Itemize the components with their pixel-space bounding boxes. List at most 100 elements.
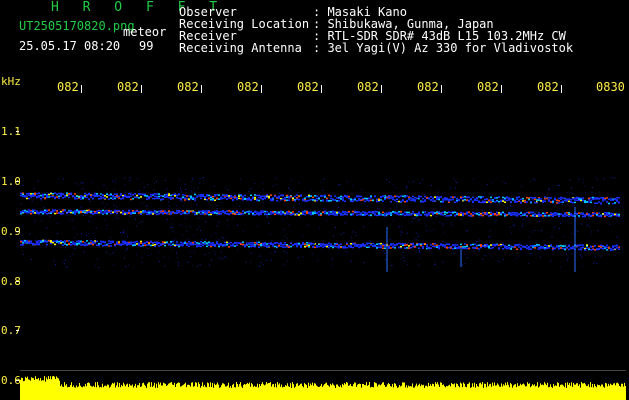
spectrum-pixel — [516, 244, 518, 246]
noise-bar — [521, 385, 522, 400]
noise-bar — [483, 387, 484, 400]
spectrum-pixel — [438, 246, 440, 248]
noise-pixel — [83, 251, 85, 253]
noise-bar — [98, 385, 99, 400]
noise-pixel — [270, 259, 272, 261]
noise-bar — [248, 383, 249, 400]
noise-bar — [196, 382, 197, 400]
spectrum-pixel — [28, 212, 30, 214]
spectrum-pixel — [186, 212, 188, 215]
spectrum-pixel — [122, 243, 124, 246]
noise-pixel — [490, 230, 491, 232]
spectrum-pixel — [592, 198, 594, 201]
noise-pixel — [444, 215, 446, 217]
spectrum-pixel — [424, 243, 426, 245]
spectrum-pixel — [432, 198, 434, 200]
spectrum-pixel — [506, 196, 508, 198]
noise-pixel — [584, 186, 586, 188]
spectrum-pixel — [32, 210, 34, 213]
spectrum-pixel — [392, 211, 394, 213]
spectrum-pixel — [34, 193, 36, 195]
noise-bar — [247, 382, 248, 400]
noise-bar — [342, 383, 343, 400]
spectrum-pixel — [344, 246, 346, 248]
noise-pixel — [520, 185, 522, 187]
spectrum-pixel — [148, 244, 150, 246]
noise-pixel — [184, 217, 186, 219]
noise-pixel — [195, 200, 197, 202]
spectrum-pixel — [234, 194, 236, 197]
spectrum-pixel — [70, 192, 72, 195]
spectrum-pixel — [190, 210, 192, 213]
noise-bar — [30, 380, 31, 400]
spectrum-pixel — [600, 244, 602, 246]
spectrum-pixel — [606, 249, 608, 251]
spectrum-pixel — [390, 197, 392, 199]
spectrum-pixel — [274, 211, 276, 213]
noise-pixel — [257, 226, 259, 227]
noise-bar — [454, 383, 455, 400]
noise-pixel — [274, 251, 276, 253]
noise-bar — [124, 384, 125, 400]
spectrum-pixel — [102, 209, 104, 212]
noise-bar — [76, 385, 77, 400]
spectrum-pixel — [490, 199, 492, 201]
noise-bar — [337, 384, 338, 400]
spectrum-pixel — [356, 245, 358, 248]
spectrum-pixel — [28, 194, 30, 197]
spectrum-pixel — [302, 242, 304, 245]
noise-bar — [405, 387, 406, 400]
spectrum-pixel — [542, 212, 544, 214]
noise-bar — [559, 386, 560, 400]
noise-bar — [311, 385, 312, 400]
spectrum-pixel — [358, 213, 360, 216]
spectrum-pixel — [612, 249, 614, 251]
spectrum-pixel — [452, 248, 454, 250]
noise-pixel — [617, 246, 619, 248]
spectrum-pixel — [468, 214, 470, 217]
noise-pixel — [579, 243, 581, 245]
noise-pixel — [378, 208, 380, 210]
noise-pixel — [535, 211, 537, 213]
spectrum-pixel — [578, 215, 580, 217]
spectrum-pixel — [288, 246, 290, 248]
spectrum-pixel — [474, 243, 476, 245]
spectrum-pixel — [90, 196, 92, 198]
spectrum-pixel — [326, 200, 328, 202]
spectrum-pixel — [446, 247, 448, 249]
spectrum-pixel — [582, 244, 584, 246]
noise-bar — [613, 383, 614, 400]
noise-pixel — [482, 258, 484, 260]
noise-pixel — [100, 194, 102, 195]
noise-pixel — [461, 264, 463, 266]
spectrum-pixel — [548, 215, 550, 217]
noise-pixel — [261, 202, 263, 203]
noise-bar — [621, 383, 622, 400]
spectrum-pixel — [68, 211, 70, 213]
noise-bar — [140, 386, 141, 400]
noise-pixel — [34, 219, 36, 221]
noise-bar — [59, 380, 60, 400]
spectrum-pixel — [104, 244, 106, 246]
noise-bar — [548, 387, 549, 400]
noise-pixel — [283, 235, 285, 237]
spectrum-pixel — [254, 245, 256, 248]
noise-pixel — [193, 187, 195, 189]
noise-pixel — [514, 225, 516, 227]
noise-pixel — [403, 260, 405, 262]
spectrum-pixel — [260, 243, 262, 246]
noise-pixel — [187, 196, 189, 198]
noise-bar — [298, 385, 299, 400]
noise-pixel — [533, 200, 535, 202]
noise-bar — [216, 384, 217, 400]
noise-pixel — [481, 209, 483, 211]
spectrum-pixel — [34, 243, 36, 245]
noise-pixel — [189, 226, 191, 228]
spectrum-pixel — [320, 212, 322, 215]
spectrum-pixel — [26, 195, 28, 197]
noise-pixel — [352, 185, 354, 187]
spectrum-pixel — [336, 242, 338, 245]
noise-bar — [325, 383, 326, 400]
noise-bar — [554, 386, 555, 400]
noise-pixel — [108, 245, 110, 247]
